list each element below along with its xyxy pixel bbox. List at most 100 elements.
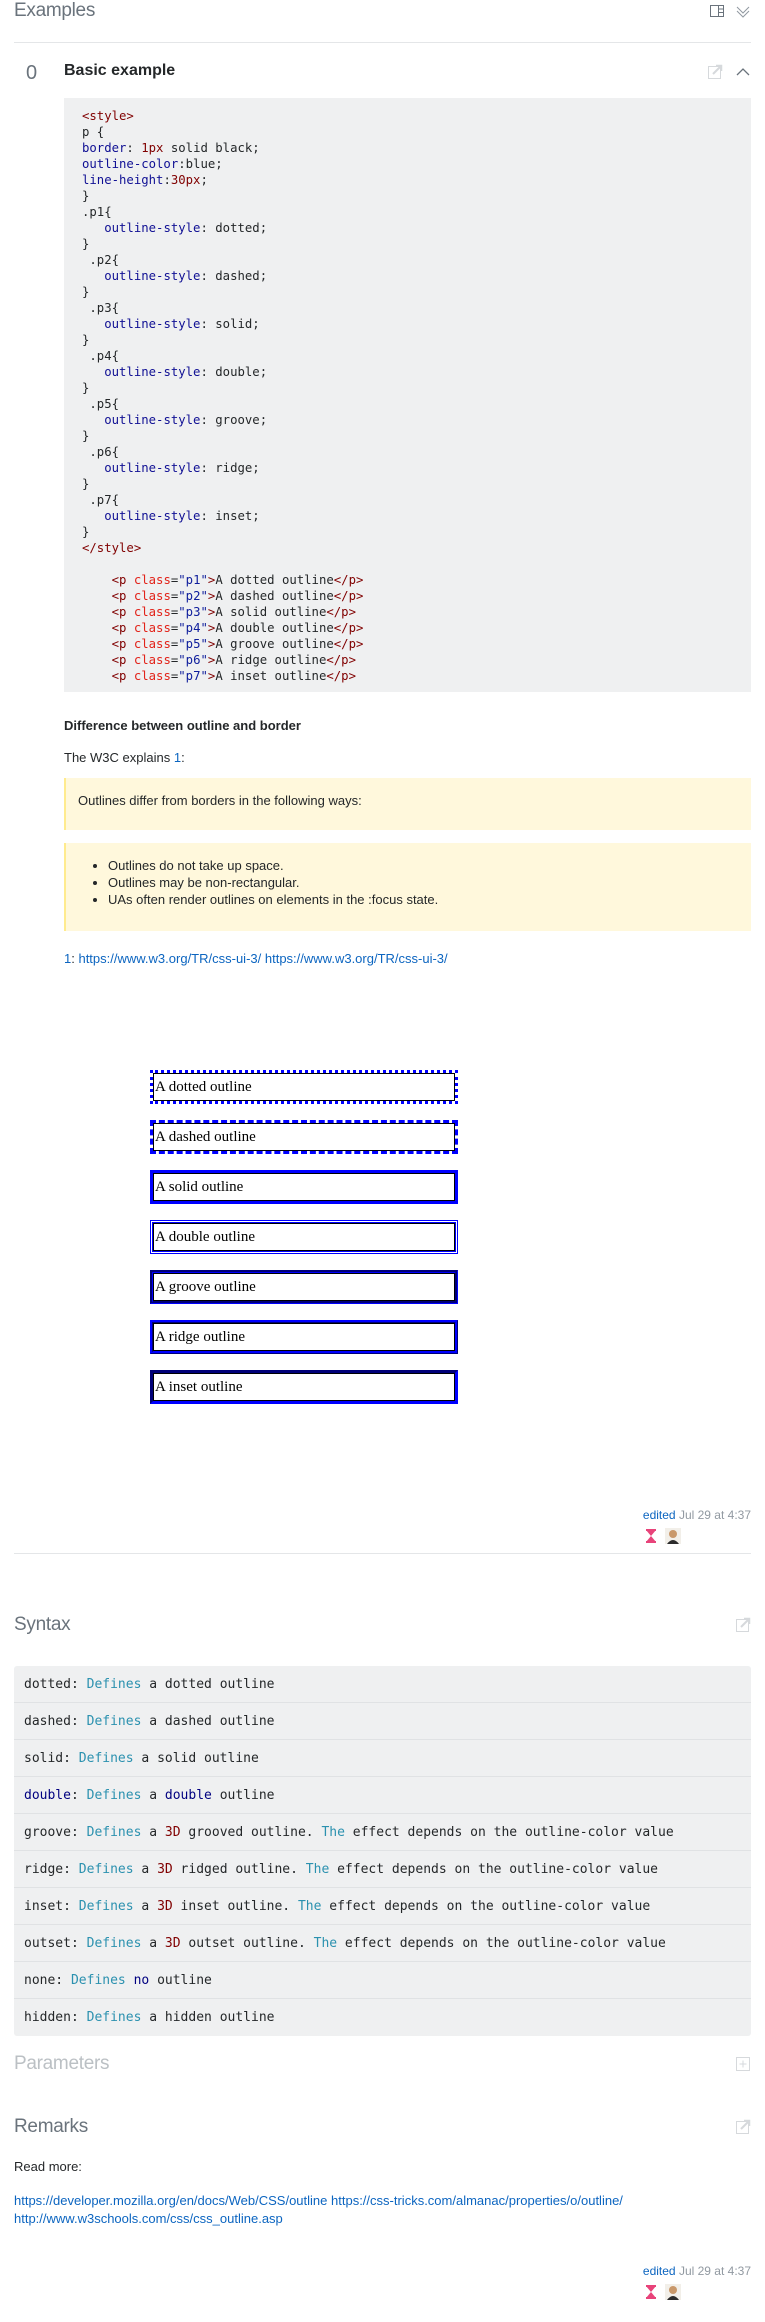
examples-title: Examples bbox=[14, 0, 96, 21]
syntax-token: solid: bbox=[24, 1751, 79, 1766]
syntax-token bbox=[126, 1973, 134, 1988]
example-edit-info: edited Jul 29 at 4:37 bbox=[642, 1508, 751, 1544]
example-title[interactable]: Basic example bbox=[64, 62, 175, 80]
syntax-token: effect depends on the outline-color valu… bbox=[344, 1825, 674, 1840]
w3c-suffix: : bbox=[181, 750, 185, 765]
demo-ridge-outline: A ridge outline bbox=[150, 1320, 458, 1354]
syntax-token: Defines bbox=[86, 2010, 142, 2025]
w3c-ref-link[interactable]: 1 bbox=[174, 750, 181, 765]
footnote-link[interactable]: https://www.w3.org/TR/css-ui-3/ bbox=[78, 951, 261, 966]
syntax-token: effect depends on the outline-color valu… bbox=[337, 1936, 666, 1951]
syntax-token: a dashed outline bbox=[141, 1714, 275, 1729]
remarks-header: Remarks bbox=[14, 2116, 751, 2138]
remarks-title: Remarks bbox=[14, 2116, 88, 2137]
example-divider bbox=[14, 1553, 751, 1554]
syntax-token: Defines bbox=[86, 1825, 142, 1840]
quote-item: Outlines may be non-rectangular. bbox=[108, 874, 751, 891]
demo-solid-outline: A solid outline bbox=[150, 1170, 458, 1204]
syntax-token: a bbox=[141, 1936, 165, 1951]
syntax-row: double: Defines a double outline bbox=[14, 1777, 751, 1814]
demo-groove-outline: A groove outline bbox=[150, 1270, 458, 1304]
syntax-token: double bbox=[164, 1788, 212, 1803]
code-block: <style> p { border: 1px solid black; out… bbox=[64, 98, 751, 692]
quote-intro-text: Outlines differ from borders in the foll… bbox=[78, 793, 362, 808]
syntax-token: The bbox=[305, 1862, 330, 1877]
external-link-icon[interactable] bbox=[707, 64, 723, 80]
quote-item: UAs often render outlines on elements in… bbox=[108, 891, 751, 908]
syntax-token: a bbox=[141, 1788, 165, 1803]
syntax-row: ridge: Defines a 3D ridged outline. The … bbox=[14, 1851, 751, 1888]
syntax-token: Defines bbox=[86, 1788, 142, 1803]
syntax-token: a solid outline bbox=[133, 1751, 259, 1766]
syntax-token: Defines bbox=[70, 1973, 126, 1988]
css-tricks-link[interactable]: https://css-tricks.com/almanac/propertie… bbox=[331, 2193, 623, 2208]
user-avatar-identicon[interactable] bbox=[642, 1528, 659, 1544]
demo-dotted-outline: A dotted outline bbox=[150, 1070, 458, 1104]
mdn-link[interactable]: https://developer.mozilla.org/en/docs/We… bbox=[14, 2193, 327, 2208]
external-link-icon[interactable] bbox=[735, 1617, 751, 1633]
edited-link[interactable]: edited bbox=[643, 1508, 676, 1522]
syntax-token: groove: bbox=[24, 1825, 87, 1840]
syntax-token: Defines bbox=[78, 1899, 134, 1914]
syntax-title: Syntax bbox=[14, 1614, 71, 1635]
syntax-token: ridge: bbox=[24, 1862, 79, 1877]
syntax-token: inset: bbox=[24, 1899, 79, 1914]
syntax-token: effect depends on the outline-color valu… bbox=[321, 1899, 651, 1914]
syntax-token: dashed: bbox=[24, 1714, 87, 1729]
syntax-row: dashed: Defines a dashed outline bbox=[14, 1703, 751, 1740]
syntax-token: a dotted outline bbox=[141, 1677, 275, 1692]
syntax-token: The bbox=[321, 1825, 345, 1840]
chevron-up-icon[interactable] bbox=[735, 64, 751, 80]
syntax-token: 3D bbox=[164, 1936, 181, 1951]
w3c-paragraph: The W3C explains 1: bbox=[64, 750, 751, 765]
syntax-token: 3D bbox=[157, 1862, 173, 1877]
user-avatar-identicon[interactable] bbox=[642, 2284, 659, 2300]
w3c-prefix: The W3C explains bbox=[64, 750, 174, 765]
add-parameter-icon[interactable] bbox=[735, 2056, 751, 2072]
remarks-links: https://developer.mozilla.org/en/docs/We… bbox=[14, 2192, 751, 2228]
syntax-row: groove: Defines a 3D grooved outline. Th… bbox=[14, 1814, 751, 1851]
external-link-icon[interactable] bbox=[735, 2119, 751, 2135]
parameters-header: Parameters bbox=[14, 2053, 751, 2075]
edited-time: Jul 29 at 4:37 bbox=[675, 1508, 751, 1522]
syntax-token: a bbox=[133, 1899, 158, 1914]
user-avatar-photo[interactable] bbox=[664, 2284, 681, 2300]
examples-divider bbox=[14, 42, 751, 43]
syntax-row: hidden: Defines a hidden outline bbox=[14, 1999, 751, 2036]
syntax-token: Defines bbox=[86, 1677, 142, 1692]
syntax-header: Syntax bbox=[14, 1614, 751, 1636]
edited-link[interactable]: edited bbox=[643, 2264, 676, 2278]
syntax-row: outset: Defines a 3D outset outline. The… bbox=[14, 1925, 751, 1962]
double-chevron-down-icon[interactable] bbox=[735, 3, 751, 19]
remarks-edit-info: edited Jul 29 at 4:37 bbox=[642, 2264, 751, 2300]
syntax-token: 3D bbox=[164, 1825, 181, 1840]
syntax-token: outline bbox=[211, 1788, 275, 1803]
edited-time: Jul 29 at 4:37 bbox=[675, 2264, 751, 2278]
difference-heading: Difference between outline and border bbox=[64, 718, 301, 733]
syntax-token: Defines bbox=[86, 1936, 142, 1951]
examples-header: Examples bbox=[14, 0, 751, 22]
syntax-token: outline bbox=[149, 1973, 212, 1988]
user-avatar-photo[interactable] bbox=[664, 1528, 681, 1544]
syntax-token: The bbox=[313, 1936, 338, 1951]
syntax-token: dotted: bbox=[24, 1677, 87, 1692]
syntax-token: Defines bbox=[78, 1751, 134, 1766]
syntax-token: outset: bbox=[24, 1936, 87, 1951]
footnote: 1: https://www.w3.org/TR/css-ui-3/ https… bbox=[64, 951, 751, 966]
w3schools-link[interactable]: http://www.w3schools.com/css/css_outline… bbox=[14, 2211, 283, 2226]
syntax-token: ridged outline. bbox=[172, 1862, 306, 1877]
quote-item: Outlines do not take up space. bbox=[108, 857, 751, 874]
demo-double-outline: A double outline bbox=[150, 1220, 458, 1254]
layout-panel-icon[interactable] bbox=[709, 3, 725, 19]
quote-list-block: Outlines do not take up space. Outlines … bbox=[64, 843, 751, 931]
syntax-row: inset: Defines a 3D inset outline. The e… bbox=[14, 1888, 751, 1925]
syntax-table: dotted: Defines a dotted outline dashed: … bbox=[14, 1666, 751, 2036]
footnote-link[interactable]: https://www.w3.org/TR/css-ui-3/ bbox=[265, 951, 448, 966]
syntax-token: double bbox=[24, 1788, 71, 1803]
syntax-token: inset outline. bbox=[172, 1899, 298, 1914]
syntax-token: a hidden outline bbox=[141, 2010, 275, 2025]
syntax-row: none: Defines no outline bbox=[14, 1962, 751, 1999]
example-index: 0 bbox=[26, 62, 38, 84]
syntax-token: hidden: bbox=[24, 2010, 87, 2025]
syntax-row: dotted: Defines a dotted outline bbox=[14, 1666, 751, 1703]
